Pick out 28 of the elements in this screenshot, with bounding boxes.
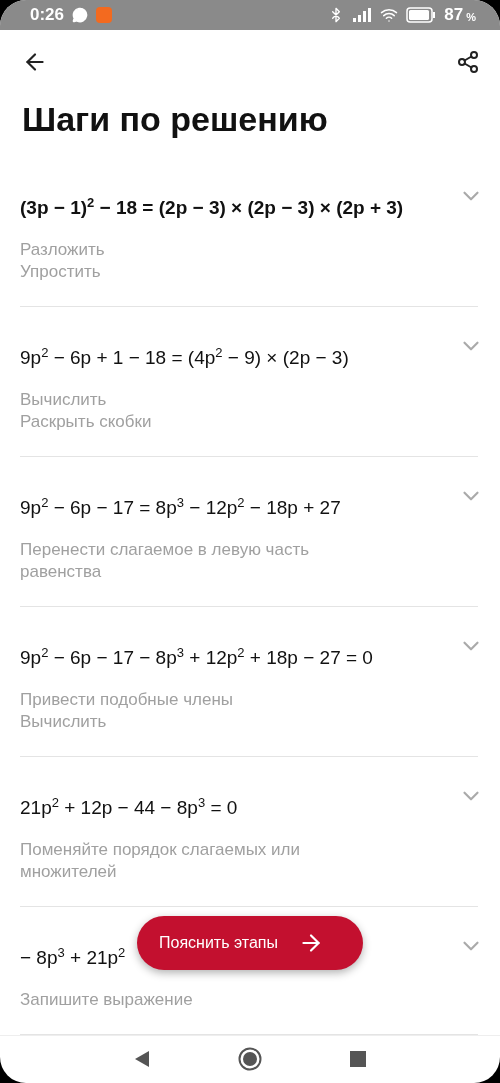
- battery-percent: 87: [444, 4, 464, 25]
- step-description: Разложить: [20, 238, 106, 261]
- step-description: Упростить: [20, 260, 102, 283]
- back-nav-button[interactable]: [134, 1050, 150, 1069]
- step-formula: − 8p$^{3}$ + 21p$^{2}$: [20, 943, 126, 970]
- app-icon: [96, 6, 113, 23]
- chat-icon: [72, 6, 89, 23]
- page-title: Шаги по решению: [22, 99, 329, 139]
- battery-icon: [406, 6, 437, 23]
- step-formula: (3p − 1)$^{2}$ − 18 = (2p − 3) × (2p − 3) × (2p + 3): [20, 193, 404, 220]
- clock-time: 0:26: [30, 4, 65, 25]
- home-nav-button[interactable]: [238, 1047, 262, 1072]
- step-description: Запишите выражение: [20, 988, 194, 1011]
- step-description: Перенести слагаемое в левую часть равенства: [20, 538, 311, 583]
- step-formula: 9p$^{2}$ − 6p − 17 − 8p$^{3}$ + 12p$^{2}$ + 18p − 27 = 0: [20, 643, 373, 670]
- step-description: Привести подобные члены: [20, 688, 234, 711]
- share-button[interactable]: [456, 49, 480, 74]
- signal-icon: [352, 6, 373, 23]
- step-formula: 21p$^{2}$ + 12p − 44 − 8p$^{3}$ = 0: [20, 793, 238, 820]
- percent-sign: %: [466, 10, 476, 23]
- step-description: Раскрыть скобки: [20, 410, 153, 433]
- step-description: Вычислить: [20, 710, 108, 733]
- explain-steps-button[interactable]: Пояснить этапы: [137, 916, 363, 970]
- step-formula: 9p$^{2}$ − 6p − 17 = 8p$^{3}$ − 12p$^{2}$ − 18p + 27: [20, 493, 341, 520]
- step-formula: 9p$^{2}$ − 6p + 1 − 18 = (4p$^{2}$ − 9) × (2p − 3): [20, 343, 349, 370]
- step-description: Поменяйте порядок слагаемых или множителей: [20, 838, 301, 883]
- recents-nav-button[interactable]: [350, 1051, 366, 1068]
- step-description: Вычислить: [20, 388, 108, 411]
